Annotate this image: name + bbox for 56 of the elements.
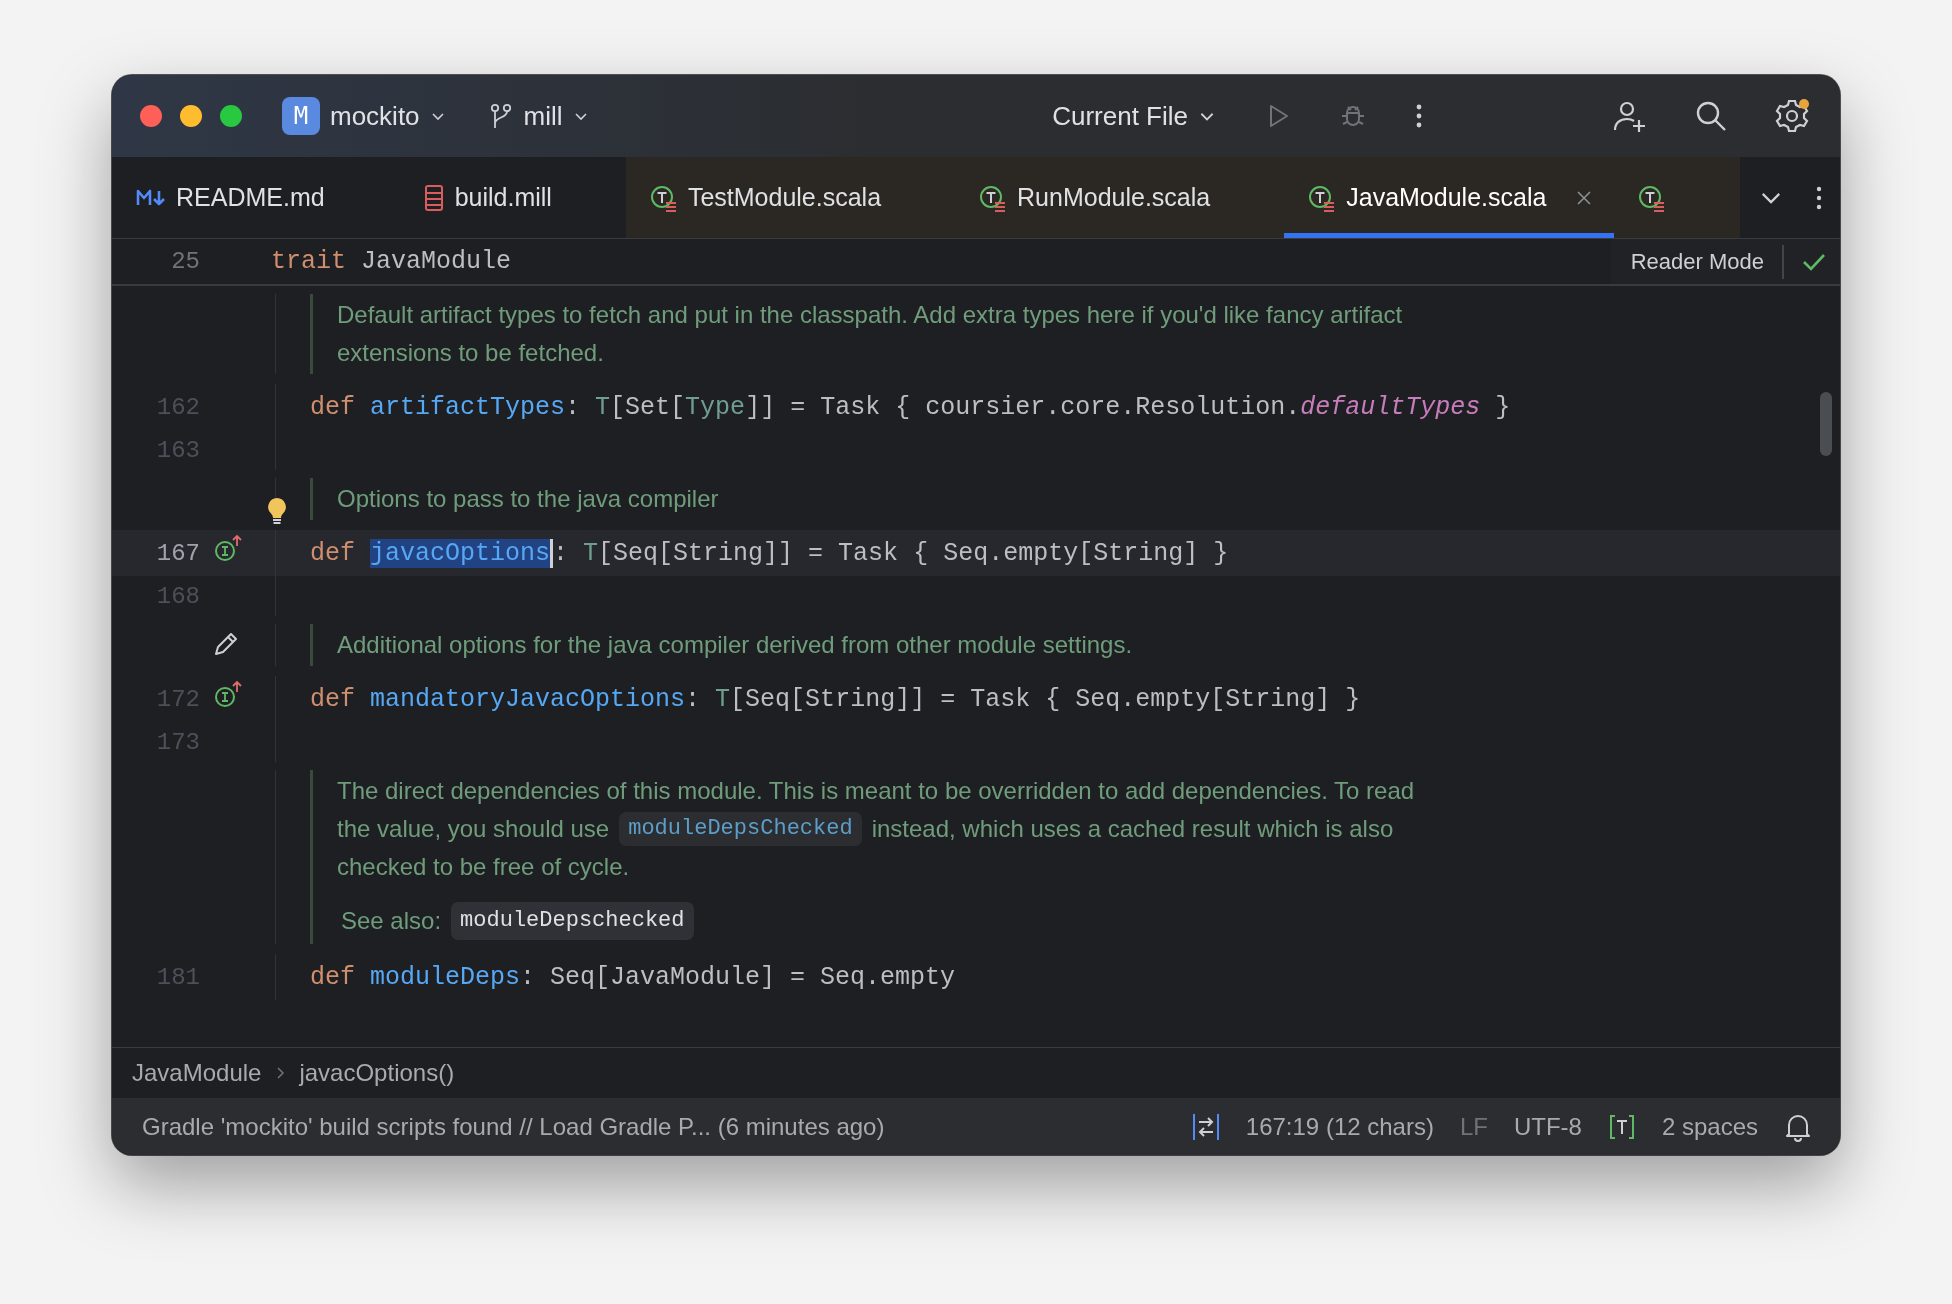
project-selector[interactable]: M mockito (282, 97, 446, 135)
code-line[interactable]: def mandatoryJavacOptions: T[Seq[String]] = Task { Seq.empty[String] } (310, 684, 1361, 714)
code-reference[interactable]: moduleDepschecked (451, 902, 694, 940)
status-message[interactable]: Gradle 'mockito' build scripts found // Load Gradle P... (6 minutes ago) (142, 1112, 885, 1141)
close-tab-icon[interactable] (1576, 189, 1593, 206)
code-line[interactable]: def moduleDeps: Seq[JavaModule] = Seq.empty (310, 962, 956, 992)
doc-text: Default artifact types to fetch and put in the classpath. Add extra types here if you'd like fancy artifact (337, 300, 1403, 330)
search-icon[interactable] (1694, 99, 1728, 133)
code-line[interactable]: def javacOptions: T[Seq[String]] = Task { Seq.empty[String] } (310, 538, 1229, 568)
editor-tab[interactable]: TestModule.scala (625, 157, 956, 238)
pencil-icon[interactable] (212, 630, 240, 658)
doc-text: Options to pass to the java compiler (337, 484, 719, 514)
doc-text: Additional options for the java compiler derived from other module settings. (337, 630, 1133, 660)
doc-text: instead, which uses a cached result which is also (871, 814, 1394, 844)
lightbulb-icon[interactable] (266, 496, 288, 526)
chevron-right-icon (275, 1065, 286, 1081)
line-number: 167 (155, 539, 200, 567)
doc-text: extensions to be fetched. (337, 338, 604, 368)
branch-selector[interactable]: mill (487, 100, 589, 132)
editor-tab[interactable]: build.mill (398, 157, 626, 238)
scala-file-icon (979, 183, 1008, 212)
editor-tab[interactable] (1614, 157, 1741, 238)
editor-tab[interactable]: JavaModule.scala (1284, 157, 1615, 238)
line-number: 25 (170, 248, 200, 275)
settings-icon[interactable] (1774, 98, 1810, 134)
code-line[interactable]: trait JavaModule (271, 247, 512, 276)
minimize-window-button[interactable] (180, 105, 202, 127)
more-options-icon[interactable] (1814, 184, 1824, 211)
close-window-button[interactable] (140, 105, 162, 127)
see-also-label: See also: (341, 906, 442, 936)
swap-arrows-icon[interactable] (1191, 1111, 1220, 1142)
zoom-window-button[interactable] (220, 105, 242, 127)
doc-text: The direct dependencies of this module. This is meant to be overridden to add dependencies. To read (337, 776, 1415, 806)
scala-file-icon (1308, 183, 1337, 212)
breadcrumb-item[interactable]: javacOptions() (299, 1059, 455, 1087)
indent-setting[interactable]: 2 spaces (1661, 1112, 1758, 1141)
scala-file-icon (649, 183, 678, 212)
file-encoding[interactable]: UTF-8 (1513, 1112, 1582, 1141)
implements-method-icon[interactable] (214, 534, 244, 564)
editor-tab[interactable]: RunModule.scala (955, 157, 1285, 238)
markdown-file-icon (136, 187, 166, 208)
doc-text: the value, you should use (337, 814, 610, 844)
scala-file-icon (1638, 183, 1667, 212)
run-configuration-selector[interactable]: Current File (1052, 100, 1216, 132)
doc-text: checked to be free of cycle. (337, 852, 630, 882)
implements-method-icon[interactable] (214, 680, 244, 710)
project-badge: M (282, 97, 320, 135)
scrollbar[interactable] (1820, 392, 1832, 456)
code-reference-link[interactable]: moduleDepsChecked (619, 812, 862, 846)
build-file-icon (422, 183, 445, 212)
file-type-icon[interactable] (1607, 1112, 1636, 1141)
code-line[interactable]: def artifactTypes: T[Set[Type]] = Task { coursier.core.Resolution.defaultTypes } (310, 392, 1511, 422)
editor-tab[interactable]: README.md (112, 157, 399, 238)
more-options-icon[interactable] (1414, 102, 1424, 130)
breadcrumb-item[interactable]: JavaModule (132, 1059, 262, 1087)
caret-position[interactable]: 167:19 (12 chars) (1245, 1112, 1434, 1141)
